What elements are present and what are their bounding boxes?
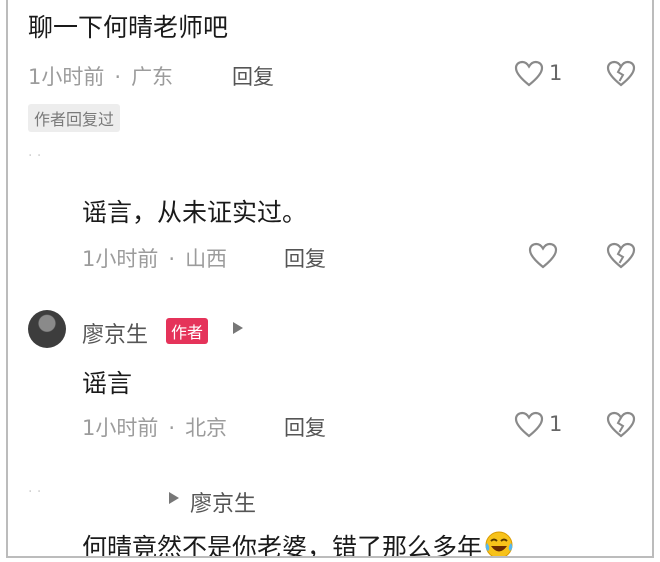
author-replied-tag: 作者回复过	[28, 104, 121, 132]
comment-text: 谣言	[82, 369, 133, 398]
comment-text: 谣言，从未证实过。	[82, 198, 308, 227]
right-triangle-icon	[168, 490, 180, 509]
meta-separator: ·	[168, 247, 176, 271]
broken-heart-icon[interactable]	[606, 60, 636, 88]
right-triangle-icon	[232, 320, 244, 339]
like-button[interactable]	[528, 242, 558, 274]
comment-text: 聊一下何晴老师吧	[28, 13, 229, 42]
meta-separator: ·	[114, 65, 122, 89]
meta-separator: ·	[168, 416, 176, 440]
username[interactable]: 廖京生	[82, 317, 148, 349]
like-count: 1	[549, 412, 563, 436]
blurred-username: · ·	[28, 484, 42, 500]
comment-meta: 1小时前 · 北京	[82, 412, 227, 442]
comment-meta: 1小时前 · 广东	[28, 61, 173, 91]
author-badge: 作者	[166, 318, 209, 344]
broken-heart-icon[interactable]	[606, 242, 636, 270]
dislike-button[interactable]	[606, 242, 636, 274]
dislike-button[interactable]	[606, 60, 636, 92]
like-button[interactable]	[514, 411, 544, 443]
comment-text-content: 何晴竟然不是你老婆，错了那么多年	[82, 533, 483, 558]
comment-location: 山西	[185, 247, 228, 271]
reply-button[interactable]: 回复	[232, 61, 274, 91]
reply-button[interactable]: 回复	[284, 412, 326, 442]
reply-button[interactable]: 回复	[284, 243, 326, 273]
comment-time: 1小时前	[82, 247, 159, 271]
comment-time: 1小时前	[28, 65, 105, 89]
like-button[interactable]	[514, 60, 544, 92]
heart-outline-icon[interactable]	[528, 242, 558, 270]
comment-location: 北京	[185, 416, 228, 440]
comment-meta: 1小时前 · 山西	[82, 243, 227, 273]
reply-to-username[interactable]: 廖京生	[190, 486, 256, 518]
avatar[interactable]	[28, 310, 66, 348]
heart-outline-icon[interactable]	[514, 411, 544, 439]
comment-thread: 聊一下何晴老师吧 1小时前 · 广东 回复 1 作者回复过 · · 谣言，从未证实过…	[6, 0, 654, 558]
like-count: 1	[549, 61, 563, 85]
blurred-username: · ·	[28, 148, 42, 164]
broken-heart-icon[interactable]	[606, 411, 636, 439]
heart-outline-icon[interactable]	[514, 60, 544, 88]
dislike-button[interactable]	[606, 411, 636, 443]
comment-text: 何晴竟然不是你老婆，错了那么多年	[82, 528, 514, 558]
laughing-crying-emoji-icon	[484, 530, 514, 556]
comment-location: 广东	[131, 65, 174, 89]
comment-time: 1小时前	[82, 416, 159, 440]
